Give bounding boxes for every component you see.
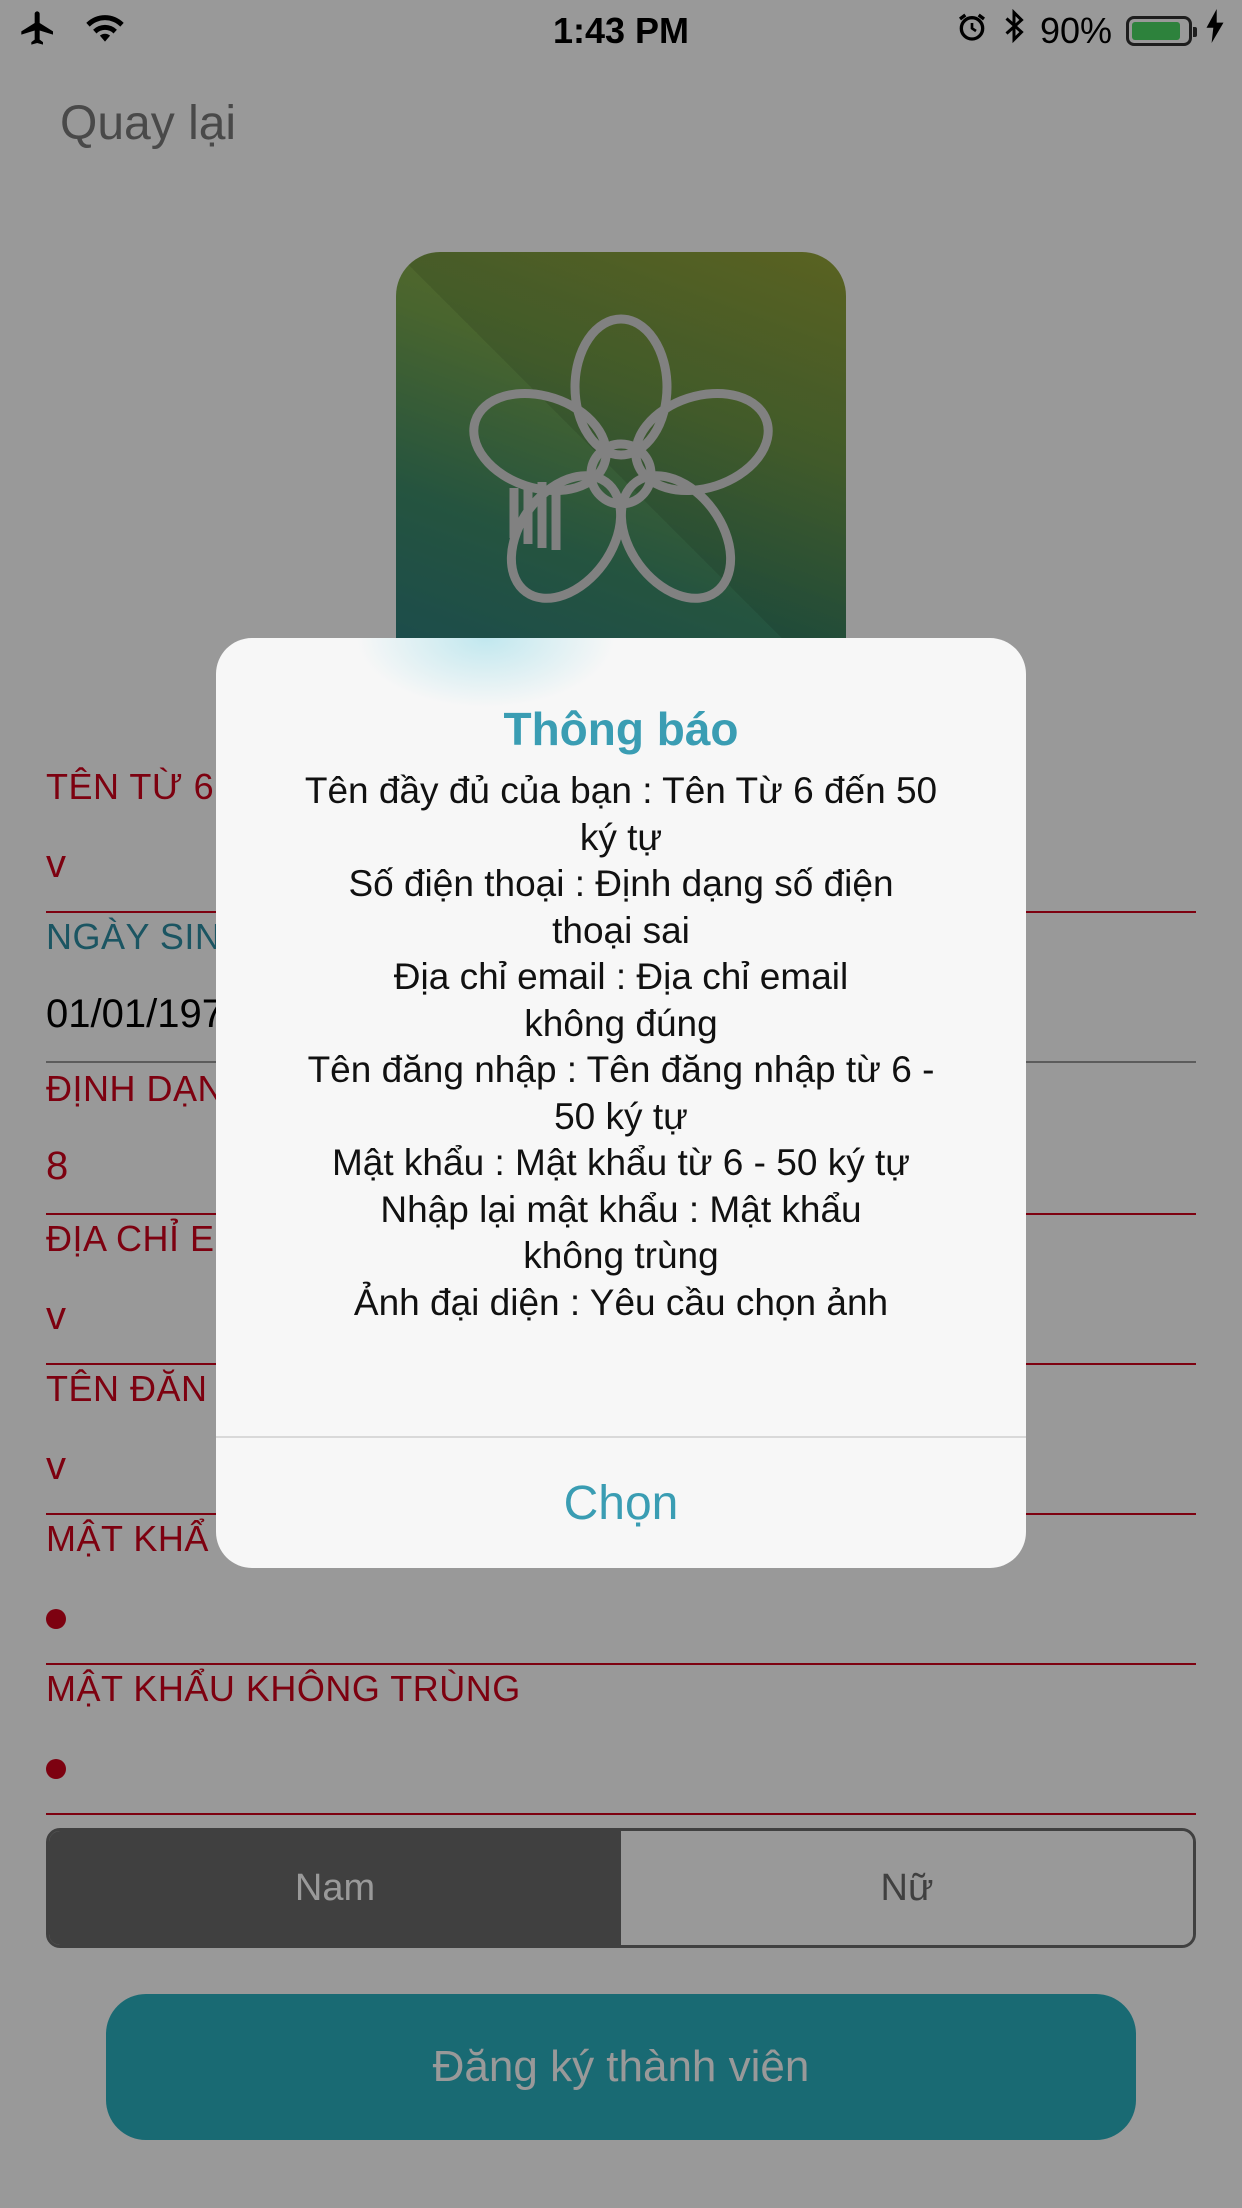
alert-line: Tên đăng nhập : Tên đăng nhập từ 6 - bbox=[307, 1049, 935, 1090]
alert-line: thoại sai bbox=[552, 909, 690, 951]
alert-line: không trùng bbox=[523, 1235, 719, 1276]
alert-line: Mật khẩu : Mật khẩu từ 6 - 50 ký tự bbox=[331, 1142, 911, 1183]
alert-title: Thông báo bbox=[503, 703, 739, 755]
alert-ok-button[interactable]: Chọn bbox=[216, 1438, 1026, 1568]
alert-line: 50 ký tự bbox=[554, 1095, 688, 1137]
alert-line: Số điện thoại : Định dạng số điện bbox=[348, 863, 894, 904]
alert-line: Nhập lại mật khẩu : Mật khẩu bbox=[380, 1188, 862, 1230]
registration-screen: 1:43 PM 90% Quay lại TÊN TỪ 6 v NGÀY SIN… bbox=[0, 0, 1242, 2208]
alert-line: không đúng bbox=[524, 1002, 718, 1044]
alert-message: Tên đầy đủ của bạn : Tên Từ 6 đến 50 ký … bbox=[266, 768, 976, 1326]
alert-line: Địa chỉ email : Địa chỉ email bbox=[393, 956, 849, 997]
alert-dialog: Thông báo Tên đầy đủ của bạn : Tên Từ 6 … bbox=[216, 638, 1026, 1568]
alert-line: Tên đầy đủ của bạn : Tên Từ 6 đến 50 bbox=[304, 770, 938, 811]
alert-line: ký tự bbox=[579, 816, 663, 858]
alert-glow bbox=[356, 638, 616, 708]
alert-line: Ảnh đại diện : Yêu cầu chọn ảnh bbox=[353, 1281, 889, 1323]
